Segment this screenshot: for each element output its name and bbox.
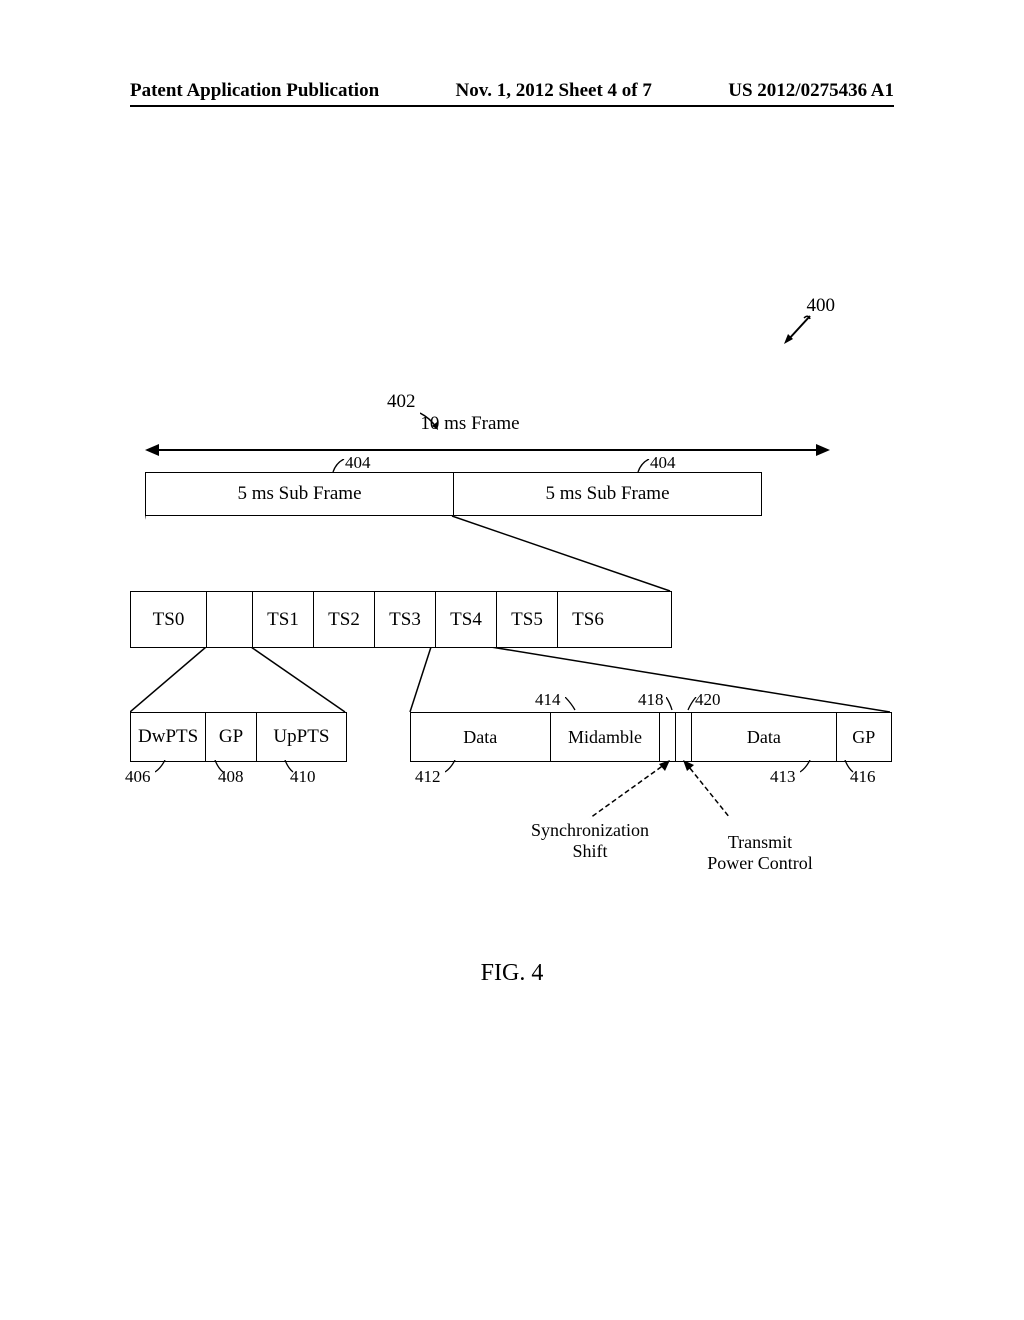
curve-413-icon <box>800 760 815 775</box>
frame-label: 10 ms Frame <box>420 413 519 435</box>
ref-406: 406 <box>125 767 151 787</box>
header-left: Patent Application Publication <box>130 80 379 102</box>
header-divider <box>130 105 894 107</box>
ref-412: 412 <box>415 767 441 787</box>
curve-410-icon <box>280 760 295 775</box>
arrow-400-icon <box>782 314 812 344</box>
expand-lines-subframe <box>145 516 672 591</box>
ts2-cell: TS2 <box>314 592 375 647</box>
ts4-cell: TS4 <box>436 592 497 647</box>
curve-412-icon <box>445 760 460 775</box>
header-right: US 2012/0275436 A1 <box>728 80 894 102</box>
gp-special-cell: GP <box>206 713 257 761</box>
patent-page: Patent Application Publication Nov. 1, 2… <box>0 0 1024 1320</box>
ts3-cell: TS3 <box>375 592 436 647</box>
subframe-row: 5 ms Sub Frame 5 ms Sub Frame <box>145 472 762 516</box>
frame-width-arrow <box>145 440 830 460</box>
curve-418-icon <box>666 697 681 712</box>
ts5-cell: TS5 <box>497 592 558 647</box>
header-center: Nov. 1, 2012 Sheet 4 of 7 <box>456 80 652 102</box>
data1-cell: Data <box>411 713 551 761</box>
expand-lines-timeslot <box>130 647 890 712</box>
timeslot-row: TS0 TS1 TS2 TS3 TS4 TS5 TS6 <box>130 591 672 648</box>
subframe-1: 5 ms Sub Frame <box>146 473 454 515</box>
figure-label: FIG. 4 <box>481 960 544 987</box>
page-header: Patent Application Publication Nov. 1, 2… <box>0 80 1024 102</box>
curve-408-icon <box>210 760 225 775</box>
gp-data-cell: GP <box>837 713 891 761</box>
annotation-tpc: Transmit Power Control <box>690 832 830 874</box>
annotation-sync-shift: Synchronization Shift <box>510 820 670 862</box>
special-slots-box: DwPTS GP UpPTS <box>130 712 347 762</box>
curve-414-icon <box>565 697 580 712</box>
ref-404-left: 404 <box>345 453 371 473</box>
ts-special-cell <box>207 592 253 647</box>
uppts-cell: UpPTS <box>257 713 346 761</box>
curve-416-icon <box>840 760 855 775</box>
sync-shift-cell <box>660 713 676 761</box>
curve-420-icon <box>684 697 699 712</box>
ts0-cell: TS0 <box>131 592 207 647</box>
ref-402: 402 <box>387 391 416 413</box>
ts1-cell: TS1 <box>253 592 314 647</box>
ref-414: 414 <box>535 690 561 710</box>
curve-406-icon <box>155 760 170 775</box>
ref-418: 418 <box>638 690 664 710</box>
data-slots-box: Data Midamble Data GP <box>410 712 892 762</box>
data2-cell: Data <box>692 713 836 761</box>
tpc-cell <box>676 713 692 761</box>
subframe-2: 5 ms Sub Frame <box>454 473 761 515</box>
ts6-cell: TS6 <box>558 592 618 647</box>
ref-413: 413 <box>770 767 796 787</box>
midamble-cell: Midamble <box>551 713 661 761</box>
ref-404-right: 404 <box>650 453 676 473</box>
dwpts-cell: DwPTS <box>131 713 206 761</box>
